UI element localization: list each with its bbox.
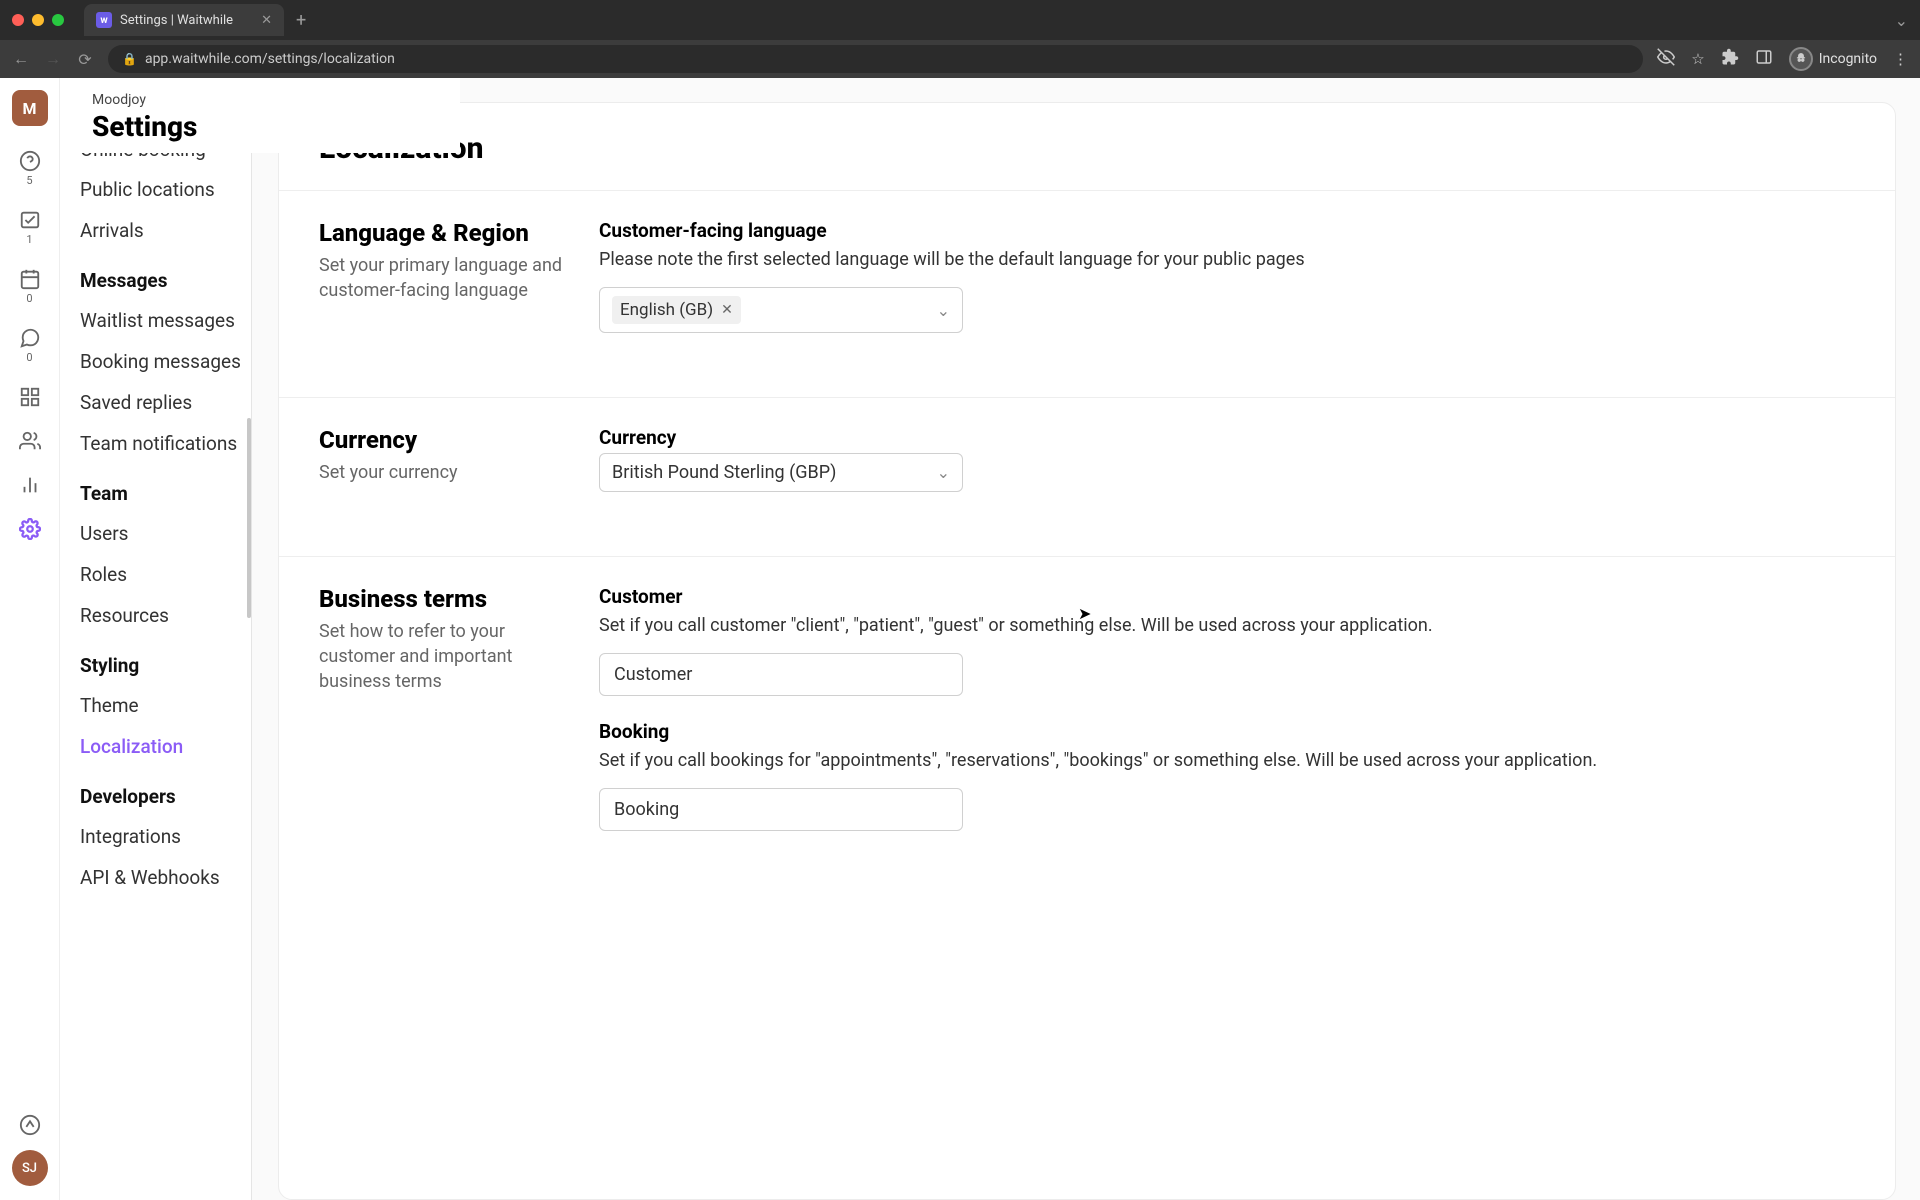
browser-tab[interactable]: w Settings | Waitwhile ✕ xyxy=(84,4,284,36)
rail-apps[interactable] xyxy=(10,378,50,416)
customer-language-desc: Please note the first selected language … xyxy=(599,246,1855,273)
sidebar-item-roles[interactable]: Roles xyxy=(80,554,251,595)
window-minimize[interactable] xyxy=(32,14,44,26)
browser-toolbar: ☆ Incognito ⋮ xyxy=(1657,47,1908,71)
url-text: app.waitwhile.com/settings/localization xyxy=(145,51,1629,67)
tab-title: Settings | Waitwhile xyxy=(120,13,233,28)
customer-language-label: Customer-facing language xyxy=(599,219,1855,242)
tab-bar: w Settings | Waitwhile ✕ + ⌄ xyxy=(0,0,1920,40)
sidebar-item-localization[interactable]: Localization xyxy=(80,726,251,767)
language-section-desc: Set your primary language and customer-f… xyxy=(319,253,579,303)
sidebar-group-developers: Developers xyxy=(80,767,251,816)
currency-select-value: British Pound Sterling (GBP) xyxy=(612,462,836,483)
rail-analytics[interactable] xyxy=(10,466,50,504)
rail-inbox[interactable]: 1 xyxy=(10,201,50,254)
sidebar-group-team: Team xyxy=(80,464,251,513)
breadcrumb[interactable]: Moodjoy xyxy=(60,92,460,108)
tabs-dropdown-icon[interactable]: ⌄ xyxy=(1895,11,1908,30)
sidebar-group-messages: Messages xyxy=(80,251,251,300)
section-business-terms: Business terms Set how to refer to your … xyxy=(279,556,1895,895)
menu-icon[interactable]: ⋮ xyxy=(1893,50,1908,68)
user-avatar[interactable]: SJ xyxy=(12,1150,48,1186)
rail-calendar-badge: 0 xyxy=(26,292,32,305)
sidebar-group-styling: Styling xyxy=(80,636,251,685)
settings-sidebar: Online booking Public locations Arrivals… xyxy=(60,78,252,1200)
section-currency: Currency Set your currency Currency Brit… xyxy=(279,397,1895,556)
language-multiselect[interactable]: English (GB) ✕ ⌄ xyxy=(599,287,963,333)
language-section-title: Language & Region xyxy=(319,219,579,247)
rail-chat-badge: 0 xyxy=(26,351,32,364)
chevron-down-icon: ⌄ xyxy=(937,463,950,482)
eye-off-icon[interactable] xyxy=(1657,48,1675,70)
address-bar[interactable]: 🔒 app.waitwhile.com/settings/localizatio… xyxy=(108,45,1643,73)
sidebar-item-saved-replies[interactable]: Saved replies xyxy=(80,382,251,423)
booking-term-input[interactable] xyxy=(599,788,963,831)
sidebar-item-arrivals[interactable]: Arrivals xyxy=(80,210,251,251)
tab-favicon-icon: w xyxy=(96,12,112,28)
rail-activity[interactable] xyxy=(10,1106,50,1144)
sidebar-item-booking-messages[interactable]: Booking messages xyxy=(80,341,251,382)
remove-chip-icon[interactable]: ✕ xyxy=(721,302,733,318)
browser-chrome: w Settings | Waitwhile ✕ + ⌄ ← → ⟳ 🔒 app… xyxy=(0,0,1920,78)
customer-term-input[interactable] xyxy=(599,653,963,696)
main-content: Localization Language & Region Set your … xyxy=(252,78,1920,1200)
incognito-badge[interactable]: Incognito xyxy=(1789,47,1877,71)
page-header: Moodjoy Settings xyxy=(60,78,460,153)
workspace-logo[interactable]: M xyxy=(12,90,48,126)
localization-card: Localization Language & Region Set your … xyxy=(278,102,1896,1200)
sidebar-item-resources[interactable]: Resources xyxy=(80,595,251,636)
sidebar-scrollbar[interactable] xyxy=(247,138,251,1200)
window-maximize[interactable] xyxy=(52,14,64,26)
incognito-icon xyxy=(1789,47,1813,71)
star-icon[interactable]: ☆ xyxy=(1691,50,1704,68)
sidebar-nav: Online booking Public locations Arrivals… xyxy=(60,136,251,918)
rail-users[interactable] xyxy=(10,422,50,460)
rail-chat[interactable]: 0 xyxy=(10,319,50,372)
language-chip-label: English (GB) xyxy=(620,300,713,320)
customer-term-label: Customer xyxy=(599,585,1855,608)
chevron-down-icon: ⌄ xyxy=(937,301,950,320)
sidebar-scrollbar-thumb[interactable] xyxy=(247,418,251,618)
sidebar-item-api-webhooks[interactable]: API & Webhooks xyxy=(80,857,251,898)
rail-help-badge: 5 xyxy=(26,174,32,187)
new-tab-button[interactable]: + xyxy=(296,10,306,31)
currency-section-desc: Set your currency xyxy=(319,460,579,485)
incognito-label: Incognito xyxy=(1819,51,1877,67)
rail-settings[interactable] xyxy=(10,510,50,548)
window-controls xyxy=(12,14,64,26)
panel-icon[interactable] xyxy=(1755,48,1773,70)
rail-inbox-badge: 1 xyxy=(26,233,32,246)
page-title: Settings xyxy=(60,110,460,143)
page-heading: Localization xyxy=(319,131,1855,166)
currency-field-label: Currency xyxy=(599,426,1855,449)
icon-rail: M 5 1 0 0 SJ xyxy=(0,78,60,1200)
language-chip: English (GB) ✕ xyxy=(612,296,741,324)
customer-term-desc: Set if you call customer "client", "pati… xyxy=(599,612,1855,639)
lock-icon: 🔒 xyxy=(122,52,137,66)
close-tab-icon[interactable]: ✕ xyxy=(261,13,272,28)
terms-section-desc: Set how to refer to your customer and im… xyxy=(319,619,579,695)
app: M 5 1 0 0 SJ xyxy=(0,78,1920,1200)
back-button[interactable]: ← xyxy=(12,49,30,69)
currency-section-title: Currency xyxy=(319,426,579,454)
booking-term-label: Booking xyxy=(599,720,1855,743)
currency-select[interactable]: British Pound Sterling (GBP) ⌄ xyxy=(599,453,963,492)
sidebar-item-team-notifications[interactable]: Team notifications xyxy=(80,423,251,464)
sidebar-item-theme[interactable]: Theme xyxy=(80,685,251,726)
sidebar-item-integrations[interactable]: Integrations xyxy=(80,816,251,857)
sidebar-item-waitlist-messages[interactable]: Waitlist messages xyxy=(80,300,251,341)
terms-section-title: Business terms xyxy=(319,585,579,613)
sidebar-item-users[interactable]: Users xyxy=(80,513,251,554)
url-bar: ← → ⟳ 🔒 app.waitwhile.com/settings/local… xyxy=(0,40,1920,78)
rail-calendar[interactable]: 0 xyxy=(10,260,50,313)
forward-button[interactable]: → xyxy=(44,49,62,69)
section-language: Language & Region Set your primary langu… xyxy=(279,190,1895,397)
rail-help[interactable]: 5 xyxy=(10,142,50,195)
extensions-icon[interactable] xyxy=(1721,48,1739,70)
reload-button[interactable]: ⟳ xyxy=(76,50,94,69)
window-close[interactable] xyxy=(12,14,24,26)
booking-term-desc: Set if you call bookings for "appointmen… xyxy=(599,747,1855,774)
sidebar-item-public-locations[interactable]: Public locations xyxy=(80,169,251,210)
